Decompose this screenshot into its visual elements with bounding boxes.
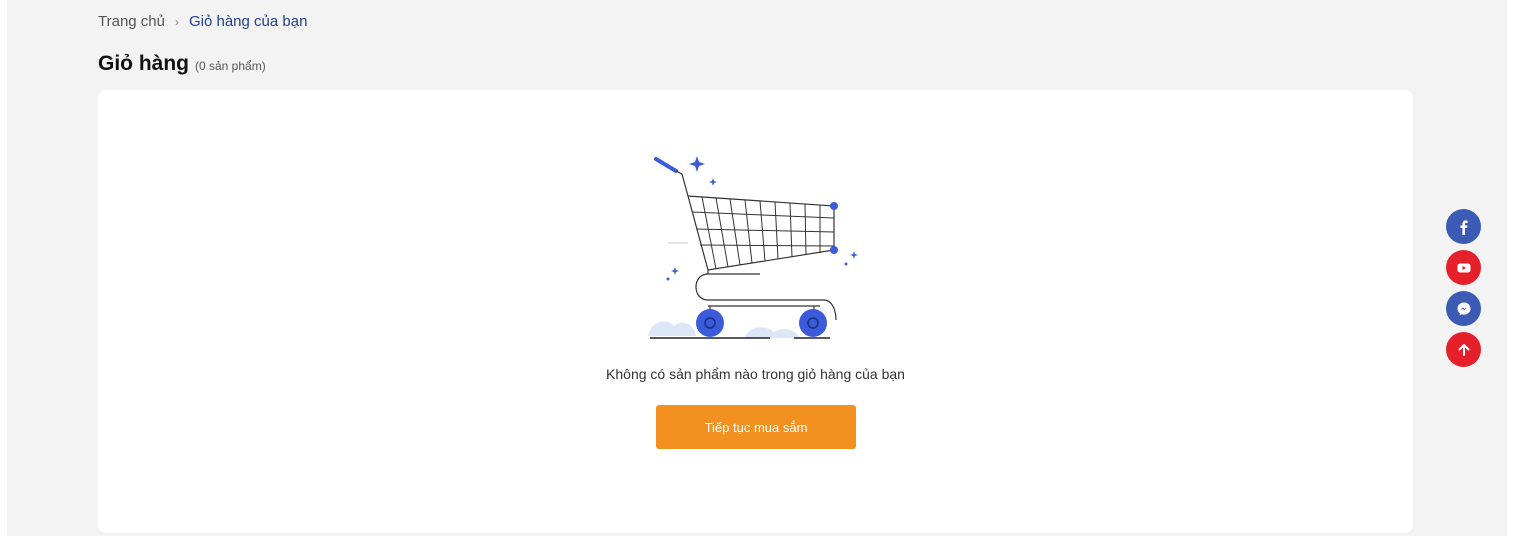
social-floating-bar [1446,209,1481,367]
page-title-row: Giỏ hàng (0 sản phẩm) [98,52,266,76]
arrow-up-icon [1458,343,1469,356]
facebook-icon [1460,220,1468,235]
messenger-button[interactable] [1446,291,1481,326]
breadcrumb-current: Giỏ hàng của bạn [188,13,308,30]
continue-shopping-button[interactable]: Tiếp tục mua sắm [656,405,856,449]
breadcrumb-separator: › [174,14,179,29]
empty-cart-message: Không có sản phẩm nào trong giỏ hàng của… [606,366,905,382]
youtube-icon [1457,263,1470,272]
scroll-top-button[interactable] [1446,332,1481,367]
breadcrumb-home-link[interactable]: Trang chủ [98,13,165,30]
cart-item-count: (0 sản phẩm) [195,59,266,73]
cart-panel: Không có sản phẩm nào trong giỏ hàng của… [98,90,1413,533]
facebook-button[interactable] [1446,209,1481,244]
messenger-icon [1457,302,1470,315]
empty-cart-illustration [648,156,858,339]
youtube-button[interactable] [1446,250,1481,285]
page-title: Giỏ hàng [98,52,189,75]
breadcrumb: Trang chủ › Giỏ hàng của bạn [98,13,307,30]
